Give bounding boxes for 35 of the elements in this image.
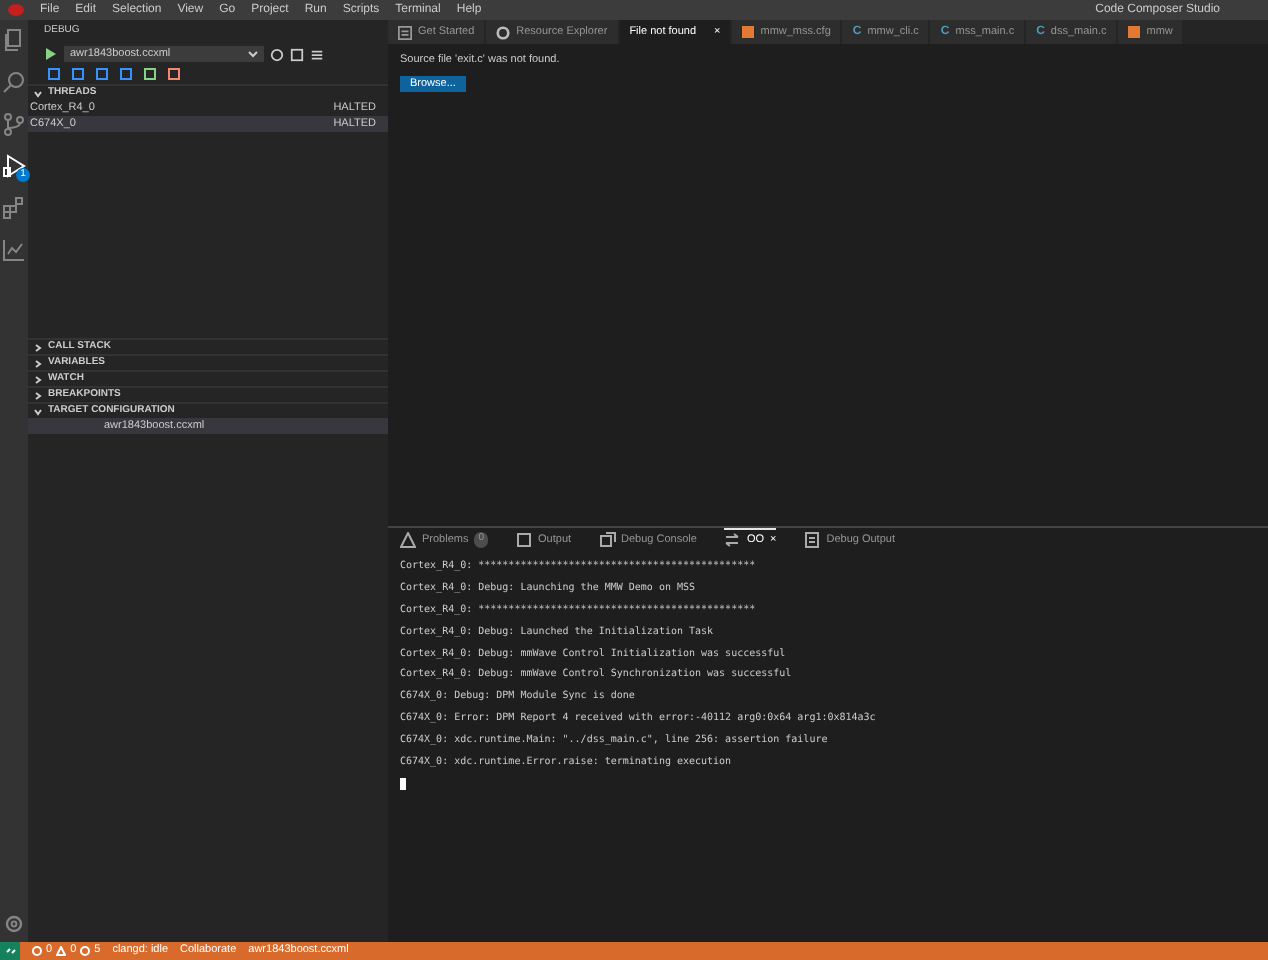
chevron-down-icon (248, 50, 258, 58)
activity-button[interactable] (2, 238, 26, 262)
files-icon (2, 28, 26, 52)
chevron-down-icon (34, 407, 42, 415)
error-icon (32, 946, 42, 956)
activity-button[interactable] (2, 28, 26, 52)
extensions-icon (2, 196, 26, 220)
file-icon (1128, 26, 1141, 38)
page-icon (398, 25, 412, 39)
start-debug-icon[interactable] (42, 46, 58, 62)
run-debug-icon (2, 154, 26, 178)
gear-icon[interactable] (270, 47, 284, 61)
list-icon[interactable] (310, 47, 324, 61)
activity-button[interactable] (2, 112, 26, 136)
file-icon (742, 26, 755, 38)
chart-icon (2, 238, 26, 262)
app-logo-icon (8, 4, 24, 16)
activity-button[interactable] (2, 196, 26, 220)
warning-icon (56, 946, 67, 956)
branch-icon (2, 112, 26, 136)
document-icon (804, 532, 821, 548)
warning-icon (400, 532, 416, 548)
activity-button[interactable] (2, 70, 26, 94)
cursor (400, 777, 406, 790)
output-icon (516, 532, 533, 548)
gear-icon (496, 25, 511, 39)
terminal-icon[interactable] (290, 47, 304, 61)
search-icon (2, 70, 26, 94)
remote-button[interactable] (0, 942, 20, 960)
info-icon (80, 946, 91, 956)
console-icon (599, 532, 616, 548)
remote-icon (5, 946, 15, 956)
chevron-down-icon (34, 89, 42, 97)
swap-icon (724, 532, 741, 548)
settings-icon[interactable] (4, 914, 24, 934)
